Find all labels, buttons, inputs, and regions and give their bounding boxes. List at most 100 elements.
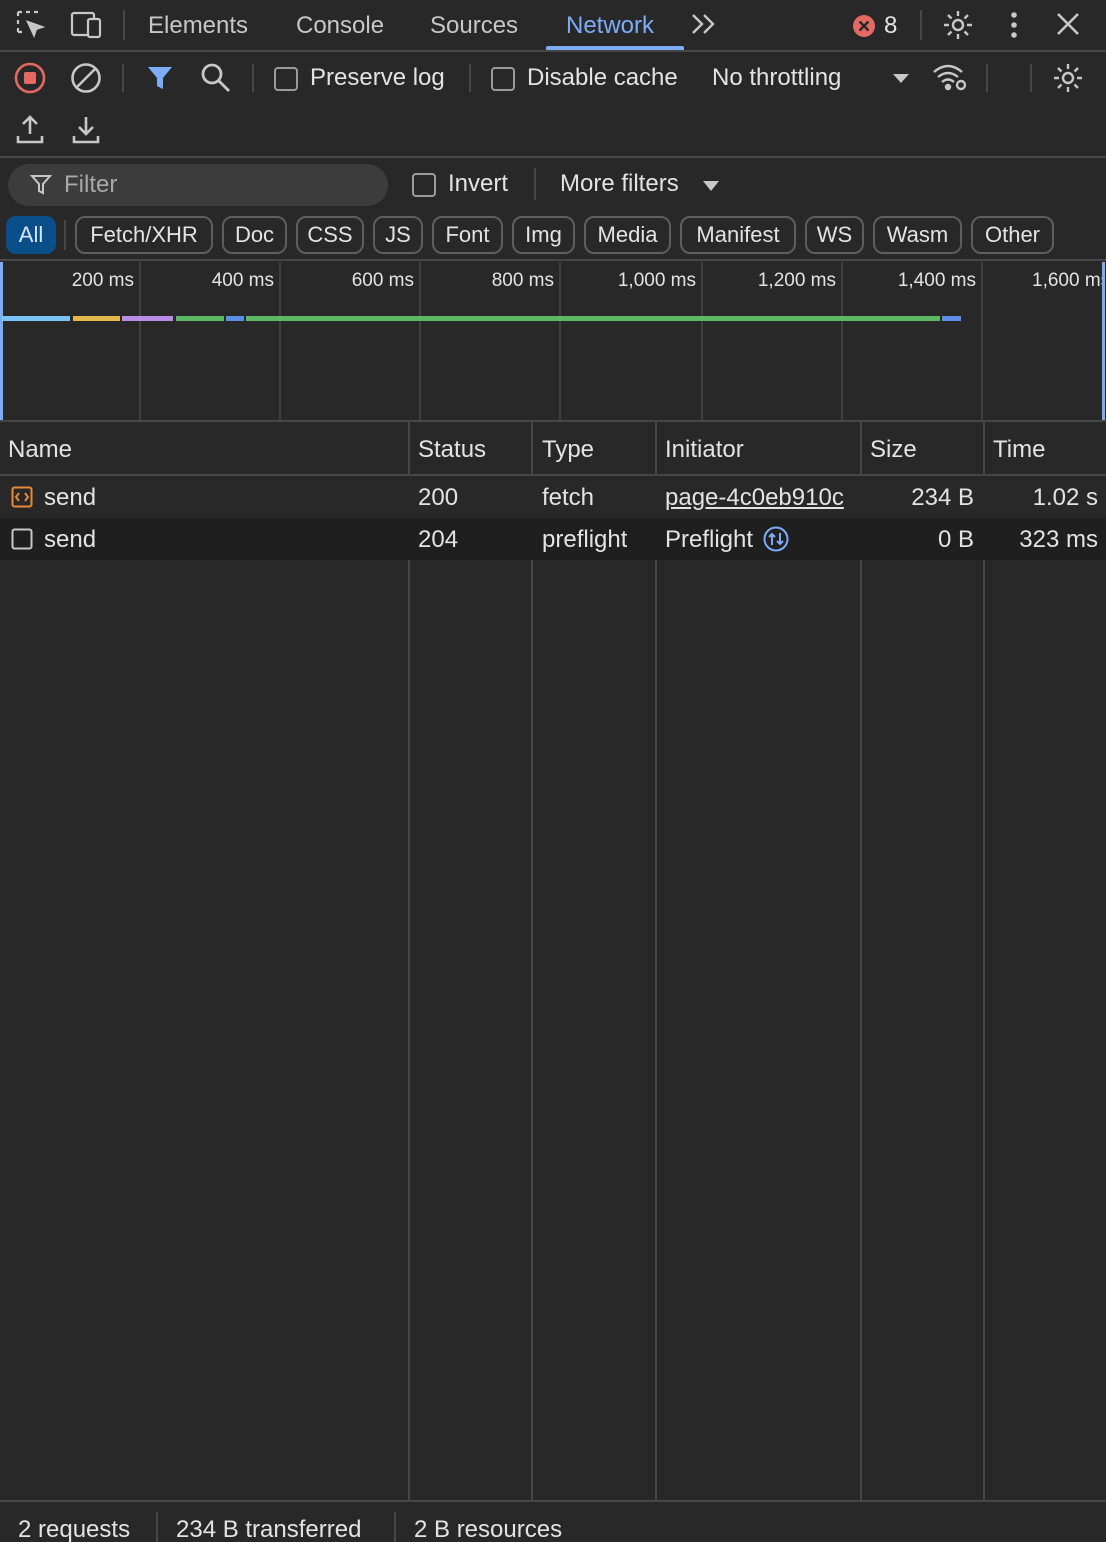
filter-funnel-icon[interactable] (146, 64, 174, 92)
toolbar-divider (1030, 64, 1032, 92)
overview-bar-segment (246, 316, 940, 321)
status-requests: 2 requests (18, 1516, 131, 1542)
divider (0, 259, 1106, 261)
overview-grid-line (981, 262, 983, 420)
device-toolbar-icon[interactable] (70, 10, 104, 40)
request-time: 323 ms (1019, 526, 1098, 553)
clear-log-icon[interactable] (70, 62, 102, 94)
more-filters-button[interactable]: More filters (560, 170, 679, 198)
overview-tick-label: 1,400 ms (897, 270, 976, 291)
column-header-name[interactable]: Name (8, 436, 72, 464)
status-divider (156, 1512, 158, 1542)
more-tabs-chevron-icon[interactable] (690, 12, 718, 36)
error-count[interactable]: 8 (884, 12, 897, 40)
preserve-log-checkbox[interactable] (274, 67, 298, 91)
overview-tick-label: 400 ms (211, 270, 274, 291)
column-separator[interactable] (531, 422, 533, 1500)
request-name[interactable]: send (44, 526, 404, 554)
column-header-status[interactable]: Status (418, 436, 486, 464)
toolbar-divider (252, 64, 254, 92)
preserve-log-label[interactable]: Preserve log (310, 64, 445, 92)
preflight-request-icon (11, 528, 33, 550)
request-status: 200 (418, 484, 459, 511)
overview-tick-label: 1,600 ms (1032, 270, 1102, 291)
overview-bar-segment (226, 316, 244, 321)
filter-divider (534, 168, 536, 200)
invert-label[interactable]: Invert (448, 170, 508, 198)
tab-sources[interactable]: Sources (430, 0, 518, 50)
overview-bar-segment (942, 316, 961, 321)
request-name[interactable]: send (44, 484, 404, 512)
type-filter-js[interactable]: JS (373, 216, 423, 254)
request-initiator-link[interactable]: page-4c0eb910c (665, 484, 859, 512)
more-options-kebab-icon[interactable] (1008, 10, 1020, 40)
type-filter-all[interactable]: All (6, 216, 56, 254)
type-filter-ws[interactable]: WS (805, 216, 864, 254)
tab-elements[interactable]: Elements (148, 0, 248, 50)
divider (0, 420, 1106, 422)
type-filter-doc[interactable]: Doc (222, 216, 287, 254)
overview-bar-segment (73, 316, 120, 321)
type-filter-wasm[interactable]: Wasm (873, 216, 962, 254)
status-transferred: 234 B transferred (176, 1516, 362, 1542)
divider (0, 156, 1106, 158)
type-filter-other[interactable]: Other (971, 216, 1054, 254)
throttling-select[interactable]: No throttling (712, 64, 841, 92)
filter-funnel-outline-icon (30, 174, 52, 196)
dropdown-caret-icon[interactable] (892, 73, 910, 85)
overview-grid-line (419, 262, 421, 420)
import-har-upload-icon[interactable] (16, 114, 44, 144)
type-filter-img[interactable]: Img (512, 216, 575, 254)
overview-grid-line (701, 262, 703, 420)
overview-bar-segment (2, 316, 70, 321)
request-size: 234 B (911, 484, 974, 511)
error-icon[interactable] (852, 14, 876, 38)
invert-checkbox[interactable] (412, 173, 436, 197)
column-header-size[interactable]: Size (870, 436, 917, 464)
fetch-request-icon (11, 486, 33, 508)
tab-network[interactable]: Network (566, 0, 654, 50)
overview-tick-label: 800 ms (491, 270, 554, 291)
status-resources: 2 B resources (414, 1516, 563, 1542)
type-filter-manifest[interactable]: Manifest (680, 216, 796, 254)
close-devtools-icon[interactable] (1056, 12, 1080, 36)
overview-right-handle[interactable] (1102, 262, 1105, 420)
type-filter-fetch-xhr[interactable]: Fetch/XHR (75, 216, 213, 254)
more-filters-caret-icon[interactable] (702, 180, 720, 192)
column-header-type[interactable]: Type (542, 436, 594, 464)
column-header-time[interactable]: Time (993, 436, 1045, 464)
toolbar-divider (986, 64, 988, 92)
column-separator[interactable] (655, 422, 657, 1500)
overview-tick-label: 200 ms (71, 270, 134, 291)
overview-left-handle[interactable] (0, 262, 3, 420)
filter-placeholder[interactable]: Filter (64, 171, 117, 199)
request-status: 204 (418, 526, 459, 553)
network-conditions-wifi-icon[interactable] (932, 62, 968, 92)
type-filter-media[interactable]: Media (584, 216, 671, 254)
request-initiator: Preflight (665, 526, 754, 553)
overview-bar-segment (176, 316, 224, 321)
network-settings-gear-icon[interactable] (1052, 62, 1084, 94)
toolbar-divider (469, 64, 471, 92)
overview-grid-line (559, 262, 561, 420)
divider (0, 50, 1106, 52)
toolbar-divider (122, 64, 124, 92)
stop-recording-icon[interactable] (14, 62, 46, 94)
preflight-link-icon[interactable] (763, 526, 789, 552)
export-har-download-icon[interactable] (72, 114, 100, 144)
inspect-element-icon[interactable] (16, 10, 46, 40)
type-filter-font[interactable]: Font (432, 216, 503, 254)
overview-tick-label: 1,200 ms (757, 270, 836, 291)
disable-cache-label[interactable]: Disable cache (527, 64, 678, 92)
tab-console[interactable]: Console (296, 0, 384, 50)
status-divider (394, 1512, 396, 1542)
request-type: preflight (542, 526, 628, 553)
search-icon[interactable] (200, 62, 232, 94)
column-separator[interactable] (860, 422, 862, 1500)
settings-gear-icon[interactable] (942, 9, 974, 41)
disable-cache-checkbox[interactable] (491, 67, 515, 91)
type-filter-css[interactable]: CSS (296, 216, 364, 254)
column-header-initiator[interactable]: Initiator (665, 436, 744, 464)
column-separator[interactable] (983, 422, 985, 1500)
column-separator[interactable] (408, 422, 410, 1500)
